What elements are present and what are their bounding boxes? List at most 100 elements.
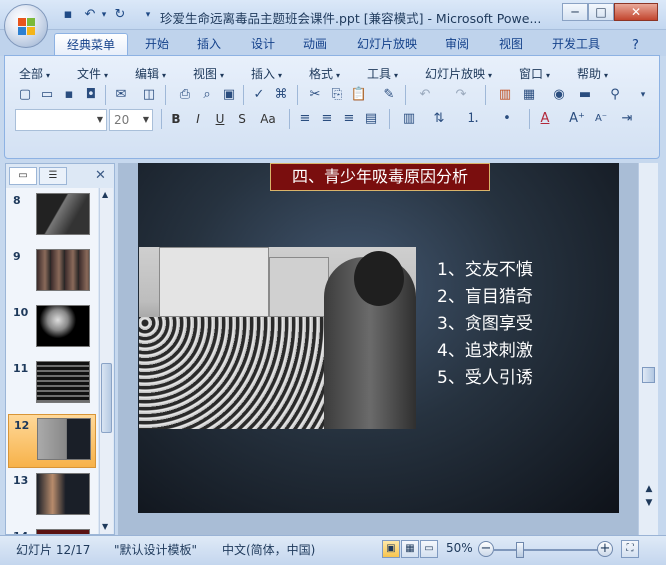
print-preview-icon[interactable]: ⌕	[197, 85, 217, 105]
scroll-thumb[interactable]	[101, 363, 112, 433]
menu-window[interactable]: 窗口 ▾	[519, 65, 550, 82]
reason-list[interactable]: 1、交友不慎 2、盲目猎奇 3、贪图享受 4、追求刺激 5、受人引诱	[437, 257, 607, 392]
font-color-icon[interactable]: A	[535, 109, 555, 129]
slide-photo[interactable]	[139, 247, 416, 429]
menu-all[interactable]: 全部 ▾	[19, 65, 50, 82]
tab-slideshow[interactable]: 幻灯片放映	[350, 33, 424, 56]
save-icon[interactable]: ▪	[60, 7, 76, 23]
change-case-button[interactable]: Aa	[255, 109, 281, 129]
toolbar-overflow-icon[interactable]: ▾	[633, 85, 653, 105]
current-slide[interactable]: 四、青少年吸毒原因分析 1、交友不慎 2、盲目猎奇 3、贪图享受 4、追求刺激 …	[138, 163, 619, 513]
grow-font-icon[interactable]: A⁺	[567, 109, 587, 129]
redo-toolbar-icon[interactable]: ↷	[451, 85, 471, 105]
scroll-thumb[interactable]	[642, 367, 655, 383]
normal-view-icon[interactable]: ▣	[382, 540, 400, 558]
zoom-out-icon[interactable]: −	[478, 541, 494, 557]
text-direction-icon[interactable]: ⇅	[429, 109, 449, 129]
theme-name[interactable]: "默认设计模板"	[114, 541, 197, 558]
tab-animation[interactable]: 动画	[294, 33, 336, 56]
slide-thumb-13[interactable]: 13	[8, 470, 96, 524]
close-panel-icon[interactable]: ✕	[95, 168, 106, 183]
close-button[interactable]: ✕	[614, 3, 658, 21]
menu-view[interactable]: 视图 ▾	[193, 65, 224, 82]
help-icon[interactable]: ?	[632, 38, 639, 53]
numbering-icon[interactable]: ⒈	[463, 109, 483, 129]
email-icon[interactable]: ✉	[111, 85, 131, 105]
shadow-button[interactable]: S	[233, 109, 251, 129]
zoom-level[interactable]: 50%	[446, 541, 473, 555]
print-icon[interactable]: ⎙	[175, 85, 195, 105]
slide-thumb-8[interactable]: 8	[8, 190, 96, 244]
menu-slideshow[interactable]: 幻灯片放映 ▾	[425, 65, 492, 82]
tab-developer[interactable]: 开发工具	[544, 33, 608, 56]
slides-tab-icon[interactable]: ▭	[9, 167, 37, 185]
insert-chart-icon[interactable]: ▥	[495, 85, 515, 105]
zoom-icon[interactable]: ⚲	[605, 85, 625, 105]
insert-table-icon[interactable]: ▦	[519, 85, 539, 105]
shrink-font-icon[interactable]: A⁻	[591, 109, 611, 129]
slide-thumb-11[interactable]: 11	[8, 358, 96, 412]
bullets-icon[interactable]: •	[497, 109, 517, 129]
permission-icon[interactable]: ◘	[81, 85, 101, 105]
align-left-icon[interactable]: ≡	[295, 109, 315, 129]
menu-edit[interactable]: 编辑 ▾	[135, 65, 166, 82]
new-icon[interactable]: ▢	[15, 85, 35, 105]
spelling-icon[interactable]: ✓	[249, 85, 269, 105]
paste-icon[interactable]: 📋	[349, 85, 369, 105]
outline-tab-icon[interactable]: ☰	[39, 167, 67, 185]
fit-to-window-icon[interactable]: ⛶	[621, 540, 639, 558]
format-painter-icon[interactable]: ✎	[379, 85, 399, 105]
scroll-up-icon[interactable]: ▲	[102, 190, 108, 199]
office-button[interactable]	[4, 4, 48, 48]
menu-insert[interactable]: 插入 ▾	[251, 65, 282, 82]
slideshow-view-icon[interactable]: ▭	[420, 540, 438, 558]
underline-button[interactable]: U	[211, 109, 229, 129]
tab-review[interactable]: 审阅	[436, 33, 478, 56]
menu-tools[interactable]: 工具 ▾	[367, 65, 398, 82]
cut-icon[interactable]: ✂	[305, 85, 325, 105]
slide-thumb-9[interactable]: 9	[8, 246, 96, 300]
language-indicator[interactable]: 中文(简体，中国)	[222, 541, 315, 558]
italic-button[interactable]: I	[189, 109, 207, 129]
menu-file[interactable]: 文件 ▾	[77, 65, 108, 82]
slide-layout-icon[interactable]: ▣	[219, 85, 239, 105]
research-icon[interactable]: ⌘	[271, 85, 291, 105]
publish-icon[interactable]: ◫	[139, 85, 159, 105]
tab-design[interactable]: 设计	[242, 33, 284, 56]
tab-home[interactable]: 开始	[136, 33, 178, 56]
tab-classic-menu[interactable]: 经典菜单	[54, 33, 128, 56]
maximize-button[interactable]: □	[588, 3, 614, 21]
zoom-slider-thumb[interactable]	[516, 542, 524, 558]
slide-thumb-12[interactable]: 12	[8, 414, 96, 468]
font-name-combo[interactable]: ▼	[15, 109, 107, 131]
menu-format[interactable]: 格式 ▾	[309, 65, 340, 82]
slide-title[interactable]: 四、青少年吸毒原因分析	[270, 163, 490, 191]
insert-clipart-icon[interactable]: ◉	[549, 85, 569, 105]
undo-toolbar-icon[interactable]: ↶	[415, 85, 435, 105]
scroll-down-icon[interactable]: ▼	[102, 522, 108, 531]
previous-slide-icon[interactable]: ▲	[642, 483, 656, 495]
save-toolbar-icon[interactable]: ▪	[59, 85, 79, 105]
next-slide-icon[interactable]: ▼	[642, 497, 656, 509]
zoom-slider[interactable]	[493, 549, 599, 551]
slide-thumb-14[interactable]: 14	[8, 526, 96, 534]
slide-sorter-icon[interactable]: ▦	[401, 540, 419, 558]
slide-thumb-10[interactable]: 10	[8, 302, 96, 356]
grayscale-icon[interactable]: ▬	[575, 85, 595, 105]
justify-icon[interactable]: ▤	[361, 109, 381, 129]
indent-icon[interactable]: ⇥	[617, 109, 637, 129]
slide-scrollbar[interactable]: ▲ ▼	[638, 163, 658, 535]
tab-view[interactable]: 视图	[490, 33, 532, 56]
font-size-combo[interactable]: 20 ▼	[109, 109, 153, 131]
redo-icon[interactable]: ↻	[112, 7, 128, 23]
minimize-button[interactable]: ─	[562, 3, 588, 21]
align-right-icon[interactable]: ≡	[339, 109, 359, 129]
columns-icon[interactable]: ▥	[399, 109, 419, 129]
open-icon[interactable]: ▭	[37, 85, 57, 105]
bold-button[interactable]: B	[167, 109, 185, 129]
customize-qat-icon[interactable]: ▾	[140, 7, 156, 23]
zoom-in-icon[interactable]: +	[597, 541, 613, 557]
align-center-icon[interactable]: ≡	[317, 109, 337, 129]
undo-dropdown-icon[interactable]: ▾	[96, 7, 112, 23]
tab-insert[interactable]: 插入	[188, 33, 230, 56]
